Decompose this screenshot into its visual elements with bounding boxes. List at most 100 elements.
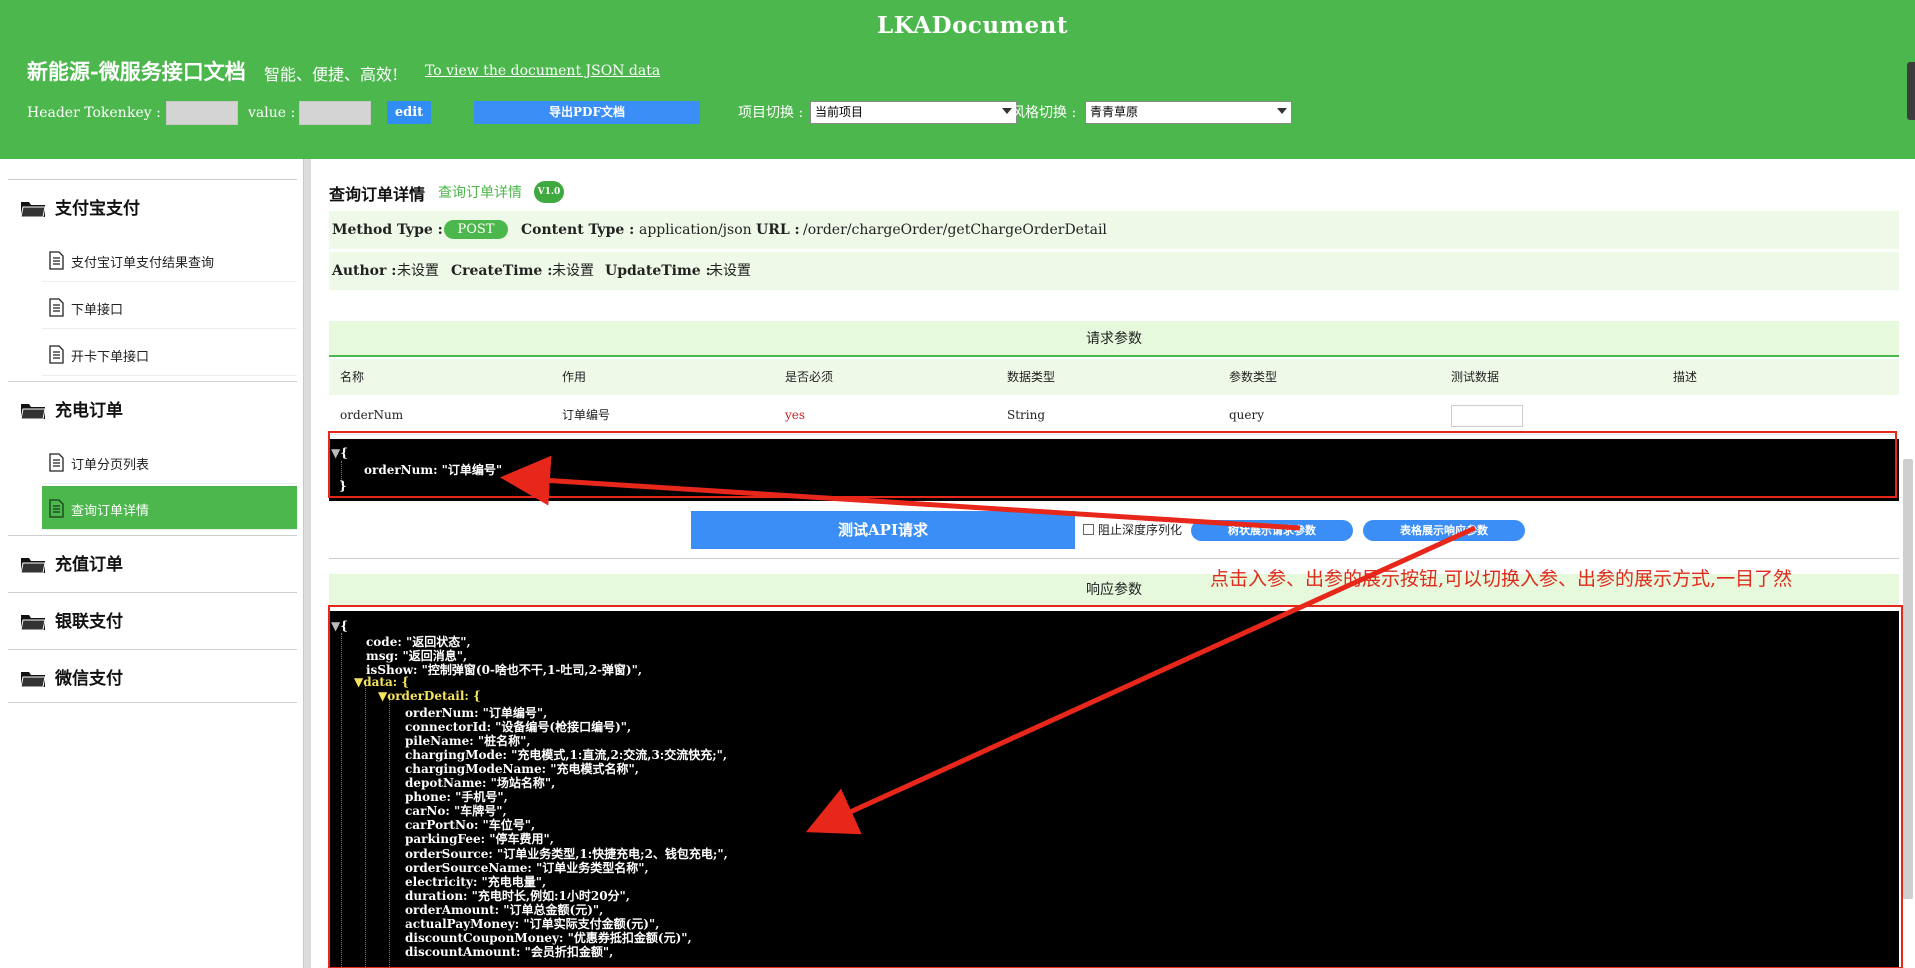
sidebar-group-label: 支付宝支付 bbox=[55, 199, 140, 219]
indent-guide bbox=[341, 633, 342, 968]
request-json-field: orderNum: "订单编号" bbox=[364, 463, 503, 477]
table-header-row: 名称 作用 是否必须 数据类型 参数类型 测试数据 描述 bbox=[329, 359, 1899, 395]
collapse-triangle-icon: ▼ bbox=[378, 689, 388, 704]
folder-icon bbox=[20, 672, 46, 688]
top-header: LKADocument 新能源-微服务接口文档 智能、便捷、高效! To vie… bbox=[0, 0, 1915, 159]
api-subtitle: 查询订单详情 bbox=[438, 185, 522, 201]
token-key-input[interactable] bbox=[166, 101, 238, 125]
url-label: URL : bbox=[756, 222, 800, 238]
sidebar-item-label: 开卡下单接口 bbox=[71, 350, 150, 365]
author-row: Author : 未设置 CreateTime : 未设置 UpdateTime… bbox=[329, 252, 1899, 290]
folder-icon bbox=[20, 615, 46, 631]
folder-icon bbox=[20, 558, 46, 574]
sidebar-group-wechat: 微信支付 bbox=[8, 649, 297, 703]
param-name: orderNum bbox=[340, 408, 404, 422]
url-value: /order/chargeOrder/getChargeOrderDetail bbox=[803, 222, 1107, 238]
project-select-value: 当前项目 bbox=[815, 105, 864, 119]
col-required: 是否必须 bbox=[785, 370, 834, 384]
table-response-button[interactable]: 表格展示响应参数 bbox=[1363, 520, 1525, 541]
action-bar: 测试API请求 阻止深度序列化 树状展示请求参数 表格展示响应参数 bbox=[311, 511, 1915, 551]
param-data-type: String bbox=[1007, 408, 1046, 422]
style-switch-label: 风格切换 : bbox=[1011, 105, 1077, 121]
param-required: yes bbox=[785, 408, 806, 422]
col-data-type: 数据类型 bbox=[1007, 370, 1056, 384]
no-deep-serialize-label: 阻止深度序列化 bbox=[1098, 523, 1183, 537]
header-token-label: Header Token bbox=[27, 105, 127, 121]
view-json-link[interactable]: To view the document JSON data bbox=[425, 63, 660, 79]
sidebar-item-place-order[interactable]: 下单接口 bbox=[42, 285, 297, 329]
api-title: 查询订单详情 bbox=[329, 185, 426, 204]
edit-button[interactable]: edit bbox=[387, 101, 431, 124]
create-time-value: 未设置 bbox=[552, 263, 594, 279]
method-badge: POST bbox=[444, 220, 508, 239]
sidebar-group-header[interactable]: 充电订单 bbox=[8, 382, 297, 434]
request-json-close: } bbox=[339, 479, 347, 493]
json-key: orderDetail: { bbox=[387, 689, 481, 704]
sidebar-item-card-order[interactable]: 开卡下单接口 bbox=[42, 332, 297, 376]
test-api-button[interactable]: 测试API请求 bbox=[691, 511, 1075, 549]
method-row: Method Type : POST Content Type : applic… bbox=[329, 211, 1899, 249]
update-time-label: UpdateTime : bbox=[605, 263, 711, 279]
annotation-text: 点击入参、出参的展示按钮,可以切换入参、出参的展示方式,一目了然 bbox=[1210, 568, 1793, 590]
tree-request-button[interactable]: 树状展示请求参数 bbox=[1191, 520, 1353, 541]
sidebar-group-label: 充电订单 bbox=[55, 401, 123, 421]
collapse-triangle-icon: ▼ bbox=[354, 675, 364, 690]
sidebar-item-label: 查询订单详情 bbox=[71, 504, 150, 519]
sidebar-group-header[interactable]: 充值订单 bbox=[8, 536, 297, 588]
value-label: value : bbox=[248, 105, 296, 121]
response-json-line[interactable]: ▼orderDetail: { bbox=[378, 689, 481, 703]
sidebar-group-alipay: 支付宝支付 支付宝订单支付结果查询 下单接口 开卡下单接口 bbox=[8, 179, 297, 377]
param-purpose: 订单编号 bbox=[562, 408, 611, 422]
sidebar-item-order-detail[interactable]: 查询订单详情 bbox=[42, 486, 297, 530]
token-toolbar: Header Token key : value : edit 导出PDF文档 … bbox=[27, 101, 1292, 125]
update-time-value: 未设置 bbox=[709, 263, 751, 279]
doc-slogan: 智能、便捷、高效! bbox=[264, 65, 399, 84]
folder-icon bbox=[20, 404, 46, 420]
indent-guide bbox=[389, 699, 390, 968]
doc-title: 新能源-微服务接口文档 bbox=[27, 59, 246, 84]
document-icon bbox=[49, 453, 64, 472]
edge-scroll-handle[interactable] bbox=[1907, 62, 1915, 120]
test-data-input[interactable] bbox=[1451, 405, 1523, 427]
sidebar-group-recharge-order: 充值订单 bbox=[8, 535, 297, 589]
sidebar-group-label: 充值订单 bbox=[55, 555, 123, 575]
response-json-line[interactable]: ▼data: { bbox=[354, 675, 409, 689]
document-icon bbox=[49, 298, 64, 317]
content-type-value: application/json bbox=[639, 222, 752, 238]
sidebar-group-header[interactable]: 银联支付 bbox=[8, 593, 297, 645]
content-type-label: Content Type : bbox=[521, 222, 635, 238]
document-icon bbox=[49, 251, 64, 270]
sidebar-item-label: 订单分页列表 bbox=[71, 458, 150, 473]
export-pdf-button[interactable]: 导出PDF文档 bbox=[474, 101, 700, 124]
col-description: 描述 bbox=[1673, 370, 1698, 384]
json-key: data: { bbox=[363, 675, 410, 690]
indent-guide bbox=[365, 685, 366, 968]
chevron-down-icon bbox=[1277, 108, 1287, 114]
sidebar-item-alipay-query[interactable]: 支付宝订单支付结果查询 bbox=[42, 238, 297, 282]
style-select[interactable]: 青青草原 bbox=[1085, 101, 1292, 124]
param-type: query bbox=[1229, 408, 1265, 422]
document-icon bbox=[49, 345, 64, 364]
create-time-label: CreateTime : bbox=[451, 263, 553, 279]
sidebar-group-unionpay: 银联支付 bbox=[8, 592, 297, 646]
collapse-triangle-icon: ▼ bbox=[331, 446, 341, 460]
sidebar-item-order-list[interactable]: 订单分页列表 bbox=[42, 440, 297, 484]
no-deep-serialize-checkbox[interactable] bbox=[1083, 524, 1094, 535]
sidebar-group-label: 银联支付 bbox=[55, 612, 123, 632]
brand-title: LKADocument bbox=[877, 12, 1068, 39]
brace-open: { bbox=[340, 446, 348, 460]
col-purpose: 作用 bbox=[562, 370, 587, 384]
author-value: 未设置 bbox=[397, 263, 439, 279]
response-json-open[interactable]: ▼{ bbox=[331, 619, 348, 633]
project-select[interactable]: 当前项目 bbox=[810, 101, 1017, 124]
token-value-input[interactable] bbox=[299, 101, 371, 125]
key-label: key : bbox=[127, 105, 161, 121]
col-name: 名称 bbox=[340, 370, 365, 384]
request-json-open[interactable]: ▼{ bbox=[331, 446, 348, 460]
col-test-data: 测试数据 bbox=[1451, 370, 1500, 384]
sidebar-group-header[interactable]: 支付宝支付 bbox=[8, 180, 297, 232]
main-scrollbar[interactable] bbox=[1903, 459, 1913, 899]
sidebar-group-header[interactable]: 微信支付 bbox=[8, 650, 297, 702]
method-type-label: Method Type : bbox=[332, 222, 443, 238]
sidebar-resize-handle[interactable] bbox=[303, 159, 311, 968]
